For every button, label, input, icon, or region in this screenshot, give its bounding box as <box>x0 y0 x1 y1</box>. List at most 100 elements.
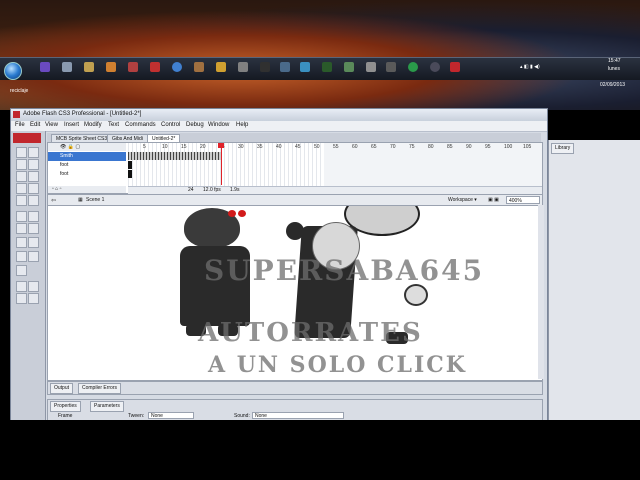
back-arrow-icon[interactable]: ⇦ <box>51 197 56 204</box>
menu-edit[interactable]: Edit <box>30 122 40 128</box>
app-icon[interactable] <box>62 62 72 72</box>
menu-file[interactable]: File <box>15 122 25 128</box>
browser-icon[interactable] <box>172 62 182 72</box>
app-icon[interactable] <box>366 62 376 72</box>
app-icon[interactable] <box>150 62 160 72</box>
app-icon[interactable] <box>216 62 226 72</box>
ruler-number: 30 <box>238 144 244 150</box>
smooth-option-icon[interactable] <box>28 281 39 292</box>
edit-symbol-icon[interactable]: ▣ ▣ <box>488 197 499 203</box>
sound-select[interactable]: None <box>252 412 344 419</box>
layer-row[interactable]: foot <box>48 161 126 170</box>
menu-debug[interactable]: Debug <box>186 122 204 128</box>
character-fist[interactable] <box>286 222 304 240</box>
tab-library[interactable]: Library <box>551 143 575 154</box>
pencil-tool-icon[interactable] <box>16 195 27 206</box>
hand-tool-icon[interactable] <box>16 237 27 248</box>
app-icon[interactable] <box>386 62 396 72</box>
free-transform-tool-icon[interactable] <box>16 159 27 170</box>
menu-view[interactable]: View <box>45 122 58 128</box>
brush-tool-icon[interactable] <box>28 195 39 206</box>
app-icon[interactable] <box>344 62 354 72</box>
tab-properties[interactable]: Properties <box>50 401 81 412</box>
eye-icon[interactable]: 👁 <box>60 144 66 150</box>
subselection-tool-icon[interactable] <box>28 147 39 158</box>
ruler-number: 10 <box>162 144 168 150</box>
outline-icon[interactable]: ▢ <box>75 144 80 150</box>
snap-option-icon[interactable] <box>16 281 27 292</box>
screen-letterbox <box>0 420 640 480</box>
layer-header: 👁 🔒 ▢ <box>48 143 126 151</box>
selection-tool-icon[interactable] <box>16 147 27 158</box>
menu-help[interactable]: Help <box>236 122 248 128</box>
menu-commands[interactable]: Commands <box>125 122 156 128</box>
recycle-bin-label[interactable]: reciclaje <box>10 88 28 94</box>
start-button[interactable] <box>4 62 22 80</box>
text-tool-icon[interactable] <box>28 171 39 182</box>
output-panel: Output Compiler Errors <box>47 381 543 395</box>
tab-compiler-errors[interactable]: Compiler Errors <box>78 383 122 394</box>
tab-parameters[interactable]: Parameters <box>90 401 124 412</box>
lock-icon[interactable]: 🔒 <box>68 144 74 150</box>
app-icon[interactable] <box>194 62 204 72</box>
layer-row[interactable]: Smith <box>48 152 126 161</box>
menu-modify[interactable]: Modify <box>84 122 102 128</box>
keyframes-strip[interactable] <box>128 152 221 160</box>
pen-tool-icon[interactable] <box>16 171 27 182</box>
fill-color-icon[interactable] <box>28 251 39 262</box>
app-icon[interactable] <box>106 62 116 72</box>
stroke-color-icon[interactable] <box>16 251 27 262</box>
current-frame: 24 <box>188 187 194 193</box>
straighten-option-icon[interactable] <box>16 293 27 304</box>
flash-taskbar-icon[interactable] <box>450 62 460 72</box>
clock-day: lunes <box>608 66 620 72</box>
gib-piece[interactable] <box>404 284 428 306</box>
zoom-field[interactable]: 400% <box>506 196 540 204</box>
app-icon[interactable] <box>40 62 50 72</box>
menu-window[interactable]: Window <box>208 122 229 128</box>
app-icon[interactable] <box>408 62 418 72</box>
zoom-tool-icon[interactable] <box>28 237 39 248</box>
layer-name[interactable]: Smith <box>60 153 73 159</box>
ruler-number: 35 <box>257 144 263 150</box>
menu-control[interactable]: Control <box>161 122 180 128</box>
tween-select[interactable]: None <box>148 412 194 419</box>
document-tabs: MCB Sprite Sheet CS3 Gibs And Midi Untit… <box>47 133 541 143</box>
keyframe[interactable] <box>128 170 132 178</box>
add-layer-icon[interactable]: ▫ ⌂ ▫ <box>52 186 61 192</box>
stage[interactable]: SUPERSABA645 AUTORRATES A UN SOLO CLICK <box>47 205 543 381</box>
app-icon[interactable] <box>128 62 138 72</box>
app-icon[interactable] <box>280 62 290 72</box>
tab-output[interactable]: Output <box>50 383 74 394</box>
paint-bucket-tool-icon[interactable] <box>28 211 39 222</box>
app-icon[interactable] <box>260 62 270 72</box>
layer-name[interactable]: foot <box>60 162 68 168</box>
ink-bottle-tool-icon[interactable] <box>16 211 27 222</box>
eyedropper-tool-icon[interactable] <box>16 223 27 234</box>
app-icon[interactable] <box>430 62 440 72</box>
app-icon[interactable] <box>238 62 248 72</box>
app-icon[interactable] <box>84 62 94 72</box>
menu-text[interactable]: Text <box>108 122 119 128</box>
clock-date: 02/09/2013 <box>600 82 626 88</box>
ruler-number: 45 <box>295 144 301 150</box>
line-tool-icon[interactable] <box>16 183 27 194</box>
rectangle-tool-icon[interactable] <box>28 183 39 194</box>
scene-label[interactable]: Scene 1 <box>86 197 104 203</box>
app-icon[interactable] <box>300 62 310 72</box>
layer-row[interactable]: foot <box>48 170 126 179</box>
playhead[interactable] <box>221 143 222 185</box>
flash-window: Adobe Flash CS3 Professional - [Untitled… <box>10 108 548 423</box>
app-icon[interactable] <box>322 62 332 72</box>
keyframe[interactable] <box>128 161 132 169</box>
eraser-tool-icon[interactable] <box>28 223 39 234</box>
lasso-tool-icon[interactable] <box>28 159 39 170</box>
option-icon[interactable] <box>28 293 39 304</box>
swap-colors-icon[interactable] <box>16 265 27 276</box>
layer-name[interactable]: foot <box>60 171 68 177</box>
ruler-number: 65 <box>371 144 377 150</box>
workspace-menu[interactable]: Workspace ▾ <box>448 197 477 203</box>
watermark-line: A UN SOLO CLICK <box>208 352 467 378</box>
menu-insert[interactable]: Insert <box>64 122 79 128</box>
vertical-scrollbar[interactable] <box>538 205 544 379</box>
